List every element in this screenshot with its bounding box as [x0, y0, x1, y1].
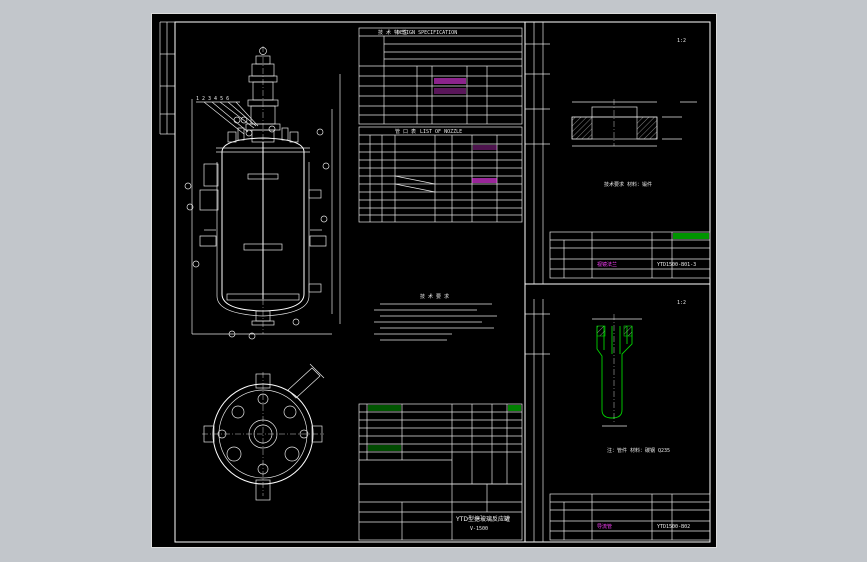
detail-scale-upper: 1:2 — [677, 38, 686, 44]
tech-spec-heading-en: DESIGN SPECIFICATION — [397, 30, 457, 36]
cad-drawing: 1 2 3 4 5 6 技 术 特 性 DESIGN SPECIFICATION… — [159, 21, 711, 543]
title-block-name: YTD型搪玻璃反应罐 — [455, 515, 510, 523]
drawing-sheet: 1 2 3 4 5 6 技 术 特 性 DESIGN SPECIFICATION… — [151, 13, 717, 548]
parts-list — [358, 403, 523, 485]
detail-upper-code: YTD1500-B01-3 — [657, 262, 696, 268]
nozzle-table-header: 管 口 表 — [395, 128, 416, 135]
reactor-elevation-view: 1 2 3 4 5 6 — [184, 46, 341, 340]
reactor-plan-view — [202, 363, 325, 501]
detail-lower-note: 注：管件 材料：碳钢 Q235 — [607, 447, 670, 454]
detail-flange-section: 1:2 技术要求 材料：锻件 视镜法兰 YTD1500-B01-3 — [549, 38, 711, 279]
tech-requirements: 技 术 要 求 — [374, 293, 497, 341]
tech-requirements-title: 技 术 要 求 — [420, 293, 449, 300]
detail-upper-part-name: 视镜法兰 — [597, 261, 617, 268]
detail-scale-lower: 1:2 — [677, 300, 686, 306]
nozzle-table: 管 口 表 LIST OF NOZZLE — [358, 126, 523, 223]
nozzle-table-heading-en: LIST OF NOZZLE — [420, 129, 462, 135]
binding-margin — [159, 21, 175, 135]
detail-lower-part-name: 导流管 — [597, 523, 612, 530]
title-block: YTD型搪玻璃反应罐 V-1500 — [358, 483, 523, 541]
detail-upper-note: 技术要求 材料：锻件 — [604, 181, 652, 188]
title-block-code: V-1500 — [470, 526, 488, 532]
svg-text:1 2 3 4 5 6: 1 2 3 4 5 6 — [196, 96, 229, 102]
detail-tube-section: 1:2 注：管件 材料：碳钢 Q235 导流管 YTD1500-B02 — [549, 300, 711, 541]
detail-lower-code: YTD1500-B02 — [657, 524, 690, 530]
tech-spec-table: 技 术 特 性 DESIGN SPECIFICATION — [358, 27, 523, 125]
